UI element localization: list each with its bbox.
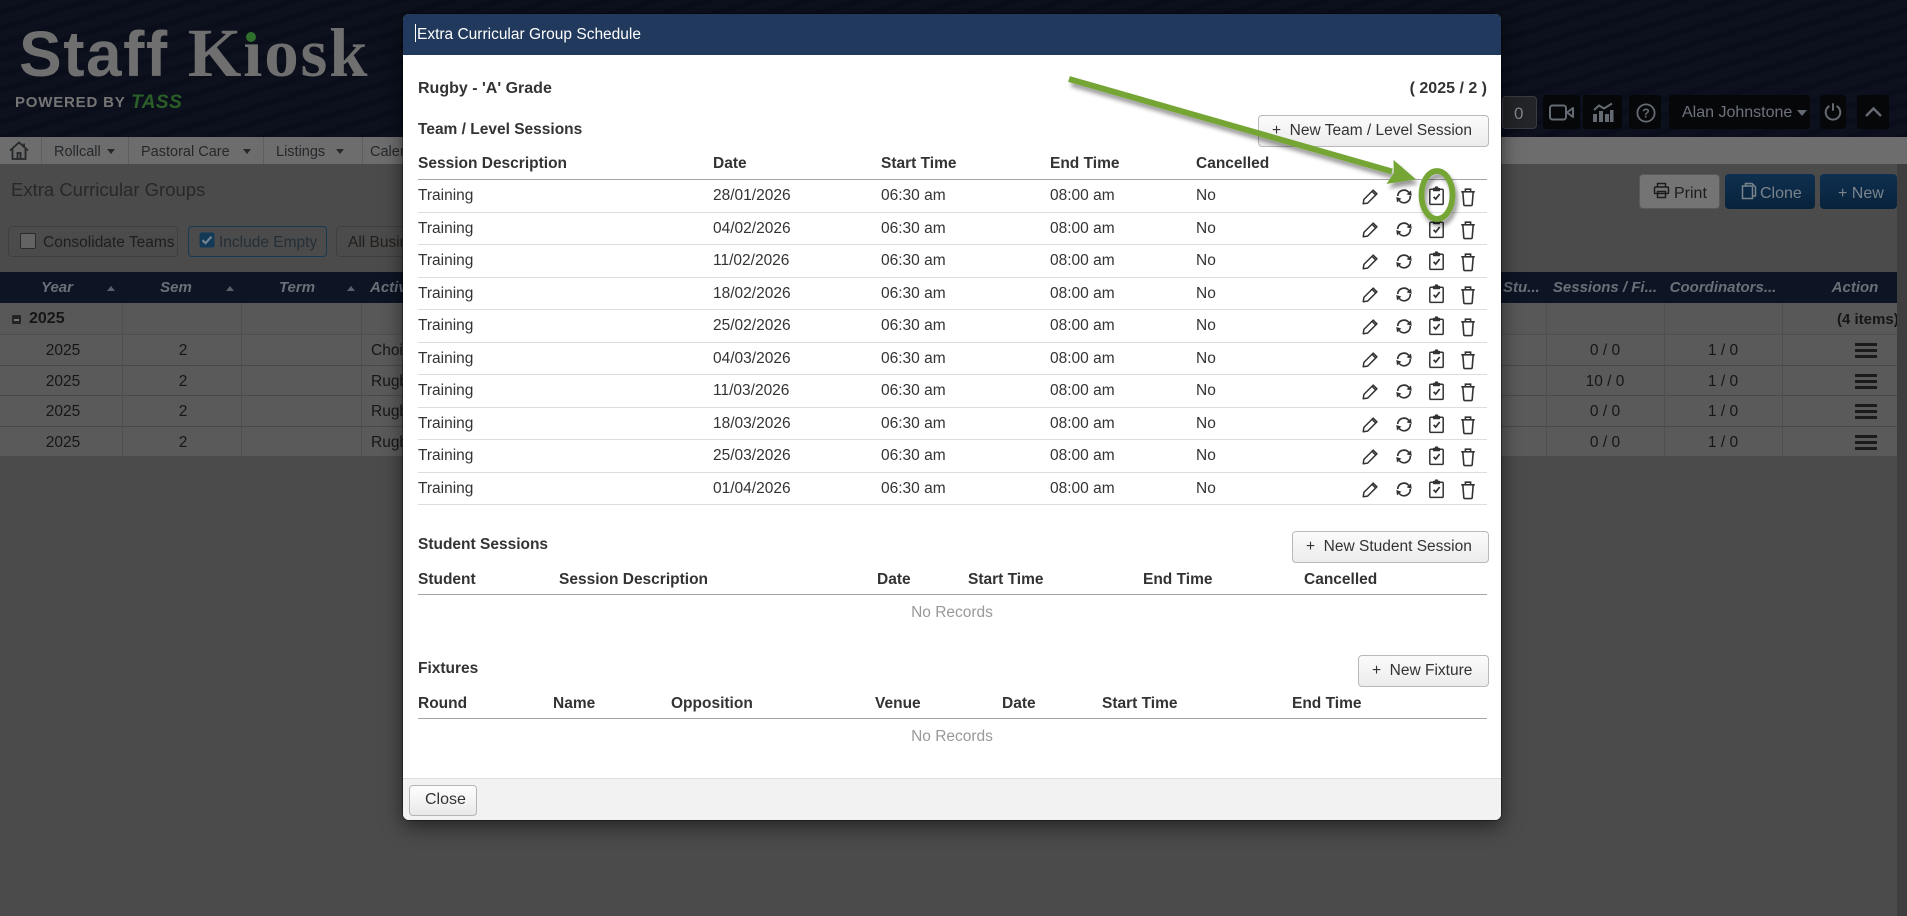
svg-text:?: ?: [1642, 106, 1650, 120]
